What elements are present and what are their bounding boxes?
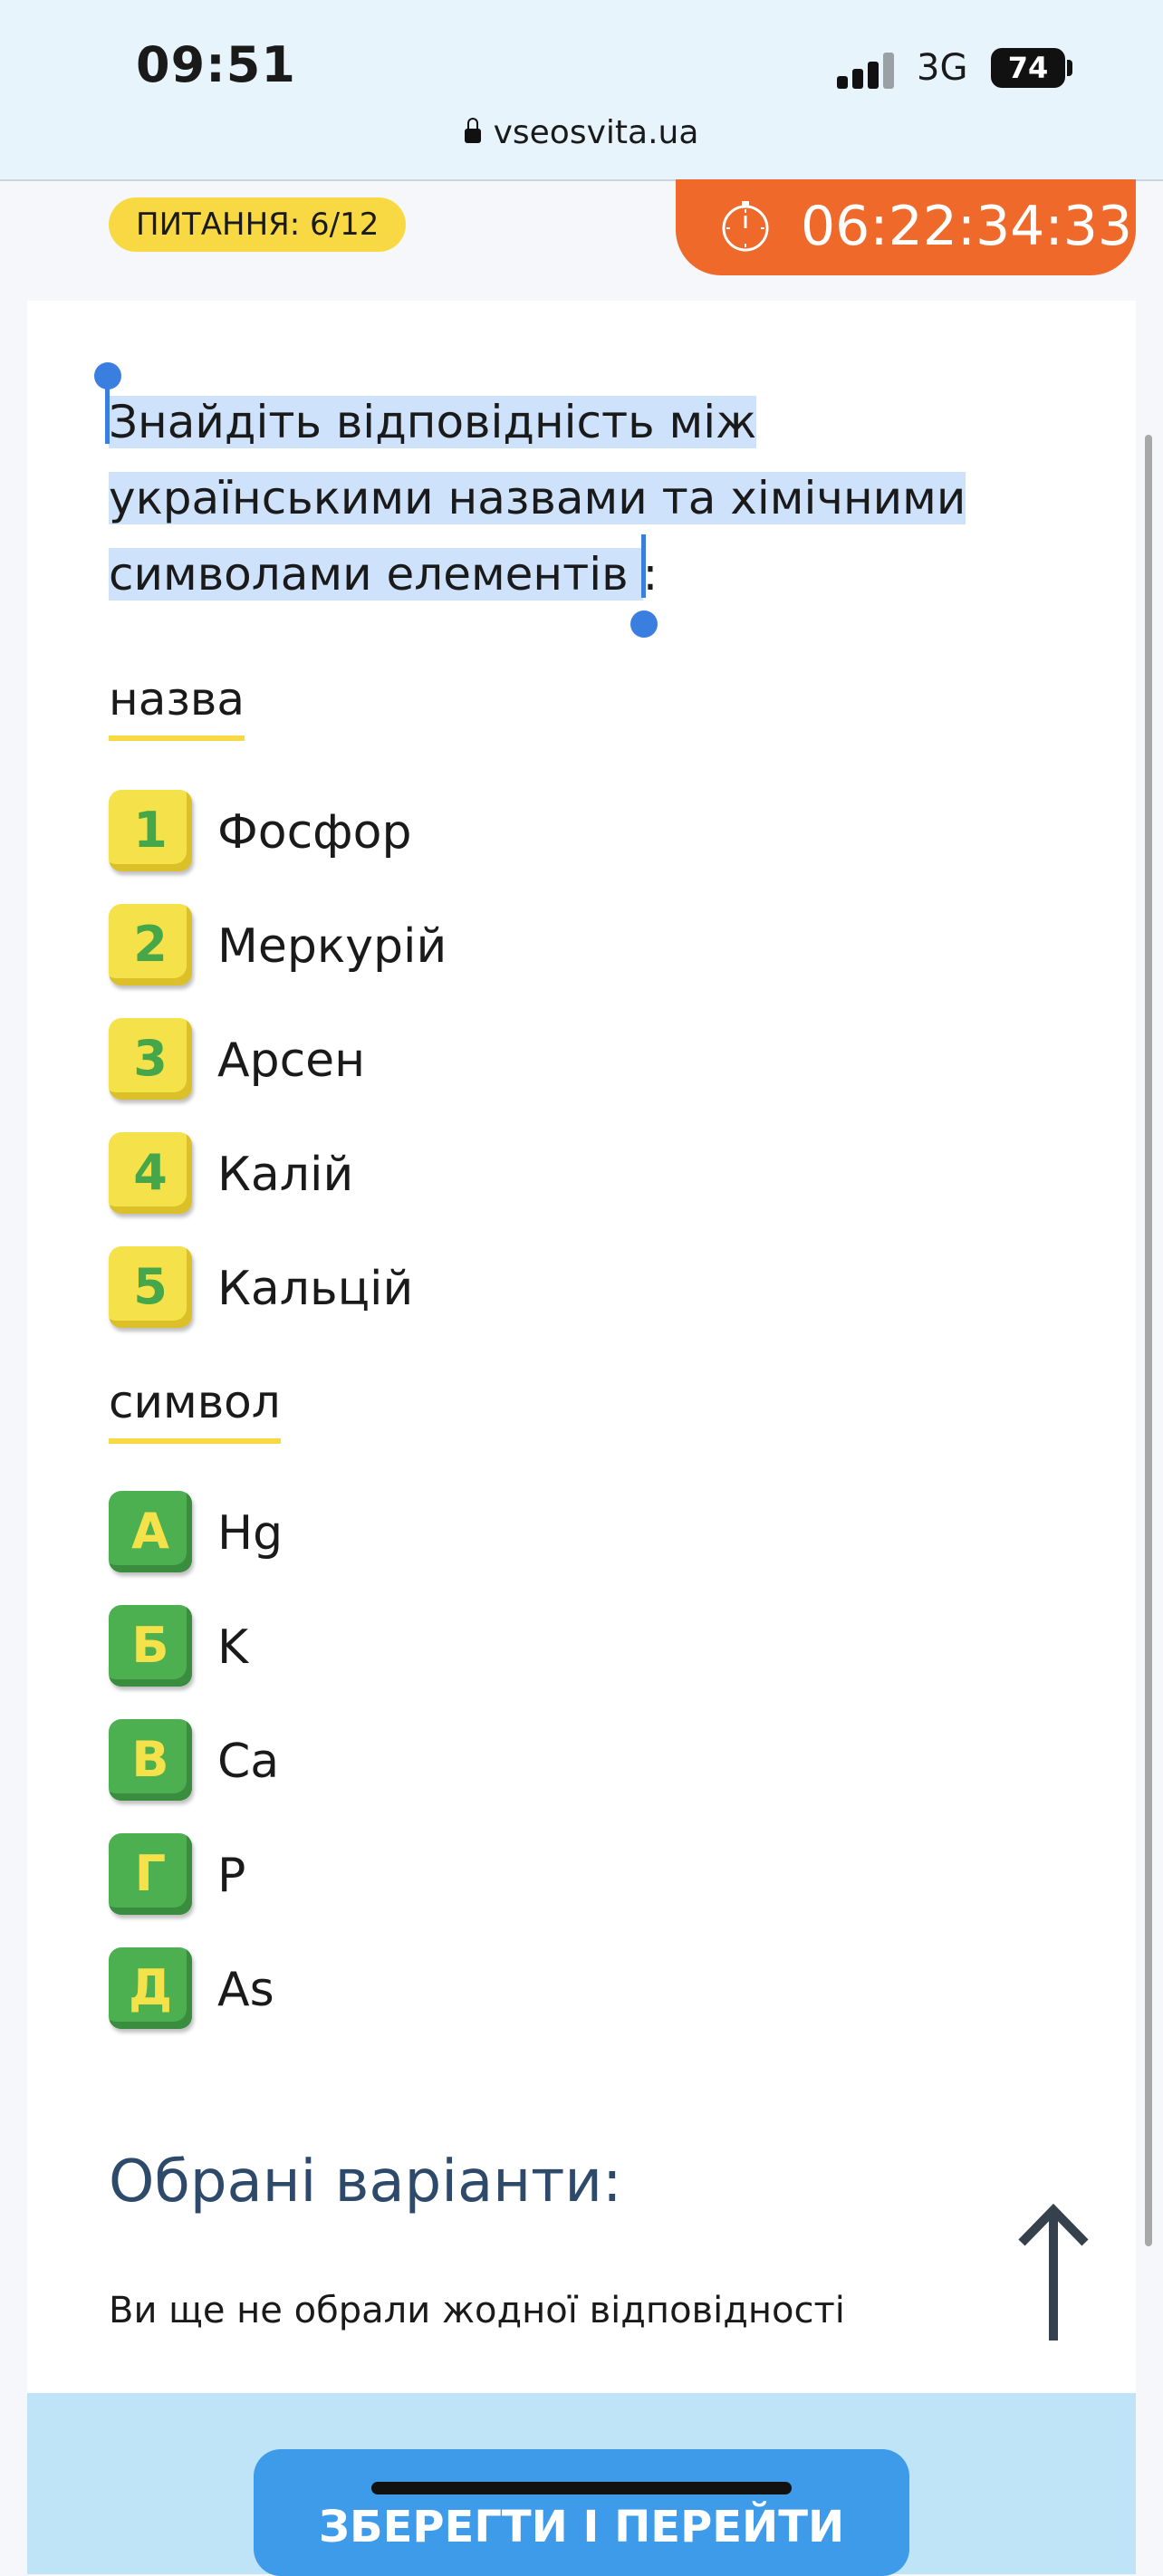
item-label: Калій [217,1148,354,1202]
chosen-options-empty: Ви ще не обрали жодної відповідності [109,2290,845,2331]
page-scrollbar[interactable] [1145,435,1152,2246]
item-label: K [217,1620,249,1675]
symbols-section-title: символ [109,1375,281,1444]
signal-icon [837,53,897,89]
item-letter-badge: Г [109,1833,192,1915]
item-letter-badge: В [109,1719,192,1801]
timer-value: 06:22:34:33 [801,195,1133,258]
item-letter-badge: Д [109,1947,192,2029]
selection-caret-start [105,384,110,444]
save-and-next-button[interactable]: ЗБЕРЕГТИ І ПЕРЕЙТИ ДАЛІ [254,2449,909,2576]
status-time: 09:51 [136,36,296,93]
item-label: Меркурій [217,919,447,974]
item-label: Кальцій [217,1262,414,1316]
item-number-badge: 1 [109,790,192,871]
home-indicator[interactable] [371,2482,792,2494]
question-counter: ПИТАННЯ: 6/12 [109,197,407,252]
item-label: Фосфор [217,805,412,860]
browser-top-bar: 09:51 3G 74 vseosvita.ua [0,0,1163,181]
question-line-2: українськими назвами та хімічними [109,472,966,524]
item-number-badge: 3 [109,1018,192,1100]
item-label: As [217,1963,274,2017]
battery-tip [1067,60,1072,76]
lock-icon [464,118,481,143]
names-section-title: назва [109,672,245,741]
url-text: vseosvita.ua [493,114,699,151]
network-type: 3G [917,47,968,89]
chosen-options-title: Обрані варіанти: [109,2148,622,2216]
url-bar[interactable]: vseosvita.ua [0,114,1163,151]
item-label: Hg [217,1506,284,1561]
question-line-1: Знайдіть відповідність між [109,396,757,448]
scroll-up-arrow-icon[interactable] [1004,2199,1103,2344]
stopwatch-icon [722,201,769,252]
item-letter-badge: Б [109,1605,192,1687]
selection-handle-end[interactable] [630,610,658,638]
item-letter-badge: А [109,1491,192,1572]
question-text[interactable]: Знайдіть відповідність між українськими … [109,384,1081,612]
item-label: Ca [217,1735,280,1789]
item-number-badge: 5 [109,1246,192,1328]
item-number-badge: 2 [109,904,192,985]
quiz-timer: 06:22:34:33 [676,179,1136,275]
item-number-badge: 4 [109,1132,192,1214]
item-label: Арсен [217,1033,366,1088]
battery-icon: 74 [991,48,1065,88]
item-label: P [217,1849,246,1903]
selection-caret-end [641,534,646,598]
question-card: Знайдіть відповідність між українськими … [27,301,1136,2576]
question-line-3: символами елементів [109,548,643,601]
